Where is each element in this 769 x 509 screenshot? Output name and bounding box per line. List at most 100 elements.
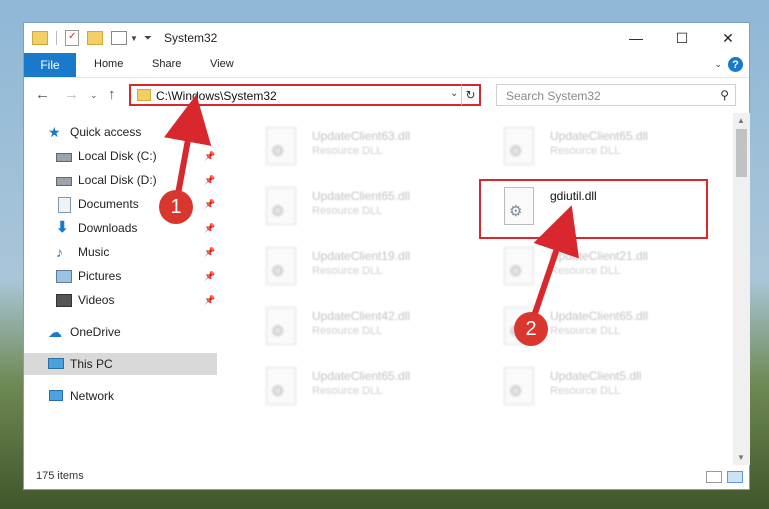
customize-view-icon[interactable] — [111, 31, 127, 45]
window-title: System32 — [164, 31, 218, 45]
tab-share[interactable]: Share — [152, 58, 181, 70]
vertical-scrollbar[interactable]: ▲ ▼ — [733, 113, 750, 465]
file-item[interactable]: ⚙ UpdateClient42.dll Resource DLL — [244, 301, 464, 349]
pin-icon[interactable]: 📌 — [204, 199, 215, 210]
dll-file-icon: ⚙ — [266, 307, 296, 345]
pin-icon[interactable]: 📌 — [204, 175, 215, 186]
dll-file-icon: ⚙ — [266, 247, 296, 285]
scroll-down-icon[interactable]: ▼ — [737, 453, 745, 462]
pin-icon[interactable]: 📌 — [204, 151, 215, 162]
address-bar[interactable]: C:\Windows\System32 ⌄ — [129, 84, 481, 106]
file-name: UpdateClient21.dll — [550, 249, 649, 263]
file-list: ⚙ UpdateClient63.dll Resource DLL ⚙ Upda… — [224, 113, 732, 465]
help-icon[interactable]: ? — [728, 57, 743, 72]
close-button[interactable]: ✕ — [705, 23, 751, 53]
navigation-bar: ← → ⌄ ↑ C:\Windows\System32 ⌄ ↻ Search S… — [24, 78, 749, 112]
nav-item-downloads[interactable]: ⬇ Downloads 📌 — [24, 217, 217, 239]
title-bar: ✓ ▼ ⏷ System32 — ☐ ✕ — [24, 23, 749, 53]
nav-item-videos[interactable]: Videos 📌 — [24, 289, 217, 311]
file-name: UpdateClient65.dll — [312, 189, 411, 203]
details-view-icon[interactable] — [706, 471, 722, 483]
quick-access-toolbar: ✓ ▼ ⏷ — [32, 29, 152, 47]
recent-locations-button[interactable]: ⌄ — [90, 90, 98, 101]
gear-icon: ⚙ — [271, 323, 285, 340]
qa-dropdown-icon[interactable]: ⏷ — [144, 33, 152, 44]
nav-this-pc[interactable]: This PC — [24, 353, 217, 375]
minimize-button[interactable]: — — [613, 23, 659, 53]
nav-network[interactable]: Network — [24, 385, 217, 407]
large-icons-view-icon[interactable] — [727, 471, 743, 483]
back-button[interactable]: ← — [35, 86, 50, 103]
nav-item-local-disk-c[interactable]: Local Disk (C:) 📌 — [24, 145, 217, 167]
nav-onedrive[interactable]: ☁ OneDrive — [24, 321, 217, 343]
file-item[interactable]: ⚙ UpdateClient65.dll Resource DLL — [244, 181, 464, 229]
file-type: Resource DLL — [550, 265, 621, 277]
scroll-thumb[interactable] — [736, 129, 747, 177]
up-button[interactable]: ↑ — [108, 86, 116, 103]
pin-icon[interactable]: 📌 — [204, 223, 215, 234]
file-item[interactable]: ⚙ UpdateClient5.dll Resource DLL — [482, 361, 702, 409]
tab-file[interactable]: File — [24, 53, 76, 77]
chevron-down-icon[interactable]: ▼ — [130, 34, 138, 43]
file-item[interactable]: ⚙ UpdateClient21.dll Resource DLL — [482, 241, 702, 289]
file-type: Resource DLL — [312, 205, 383, 217]
drive-icon — [56, 173, 72, 187]
nav-quick-access[interactable]: ★ Quick access — [24, 121, 217, 143]
nav-label: Local Disk (D:) — [78, 173, 157, 187]
file-item[interactable]: ⚙ UpdateClient65.dll Resource DLL — [482, 121, 702, 169]
search-placeholder: Search System32 — [506, 89, 601, 103]
properties-icon[interactable]: ✓ — [65, 30, 79, 46]
folder-icon[interactable] — [32, 31, 48, 45]
highlight-box-file — [479, 179, 708, 239]
refresh-button[interactable]: ↻ — [461, 84, 481, 106]
refresh-icon: ↻ — [465, 88, 476, 102]
tab-home[interactable]: Home — [94, 58, 123, 70]
navigation-pane: ★ Quick access Local Disk (C:) 📌 Local D… — [24, 113, 217, 465]
pin-icon[interactable]: 📌 — [204, 271, 215, 282]
music-icon: ♪ — [56, 244, 63, 260]
file-name: UpdateClient63.dll — [312, 129, 411, 143]
pin-icon[interactable]: 📌 — [204, 247, 215, 258]
dll-file-icon: ⚙ — [266, 127, 296, 165]
step-badge-1: 1 — [159, 190, 193, 224]
nav-label: Pictures — [78, 269, 122, 283]
separator — [56, 31, 57, 45]
gear-icon: ⚙ — [271, 203, 285, 220]
search-input[interactable]: Search System32 ⚲ — [496, 84, 736, 106]
nav-label: OneDrive — [70, 325, 121, 339]
downloads-icon: ⬇ — [56, 219, 69, 236]
nav-item-music[interactable]: ♪ Music 📌 — [24, 241, 217, 263]
file-type: Resource DLL — [550, 325, 621, 337]
file-item[interactable]: ⚙ UpdateClient19.dll Resource DLL — [244, 241, 464, 289]
up-arrow-icon: ↑ — [108, 86, 116, 103]
gear-icon: ⚙ — [509, 263, 523, 280]
cloud-icon: ☁ — [48, 324, 62, 340]
tab-view[interactable]: View — [210, 58, 234, 70]
nav-label: Local Disk (C:) — [78, 149, 157, 163]
star-icon: ★ — [48, 124, 61, 140]
nav-label: Music — [78, 245, 110, 259]
maximize-icon: ☐ — [675, 29, 689, 46]
nav-item-pictures[interactable]: Pictures 📌 — [24, 265, 217, 287]
file-type: Resource DLL — [312, 325, 383, 337]
chevron-down-icon: ⌄ — [90, 90, 98, 100]
gear-icon: ⚙ — [509, 143, 523, 160]
file-name: UpdateClient65.dll — [550, 309, 649, 323]
file-item[interactable]: ⚙ UpdateClient65.dll Resource DLL — [244, 361, 464, 409]
nav-item-local-disk-d[interactable]: Local Disk (D:) 📌 — [24, 169, 217, 191]
gear-icon: ⚙ — [271, 143, 285, 160]
nav-label: Quick access — [70, 125, 142, 139]
close-icon: ✕ — [722, 29, 734, 46]
pin-icon[interactable]: 📌 — [204, 295, 215, 306]
nav-label: Downloads — [78, 221, 138, 235]
file-item[interactable]: ⚙ UpdateClient63.dll Resource DLL — [244, 121, 464, 169]
chevron-down-icon[interactable]: ⌄ — [450, 88, 458, 99]
status-bar: 175 items — [24, 465, 749, 489]
gear-icon: ⚙ — [271, 383, 285, 400]
scroll-up-icon[interactable]: ▲ — [737, 116, 745, 125]
forward-button[interactable]: → — [64, 86, 79, 103]
maximize-button[interactable]: ☐ — [659, 23, 705, 53]
new-folder-icon[interactable] — [87, 31, 103, 45]
expand-ribbon-icon[interactable]: ⌄ — [714, 59, 722, 70]
file-name: UpdateClient5.dll — [550, 369, 642, 383]
